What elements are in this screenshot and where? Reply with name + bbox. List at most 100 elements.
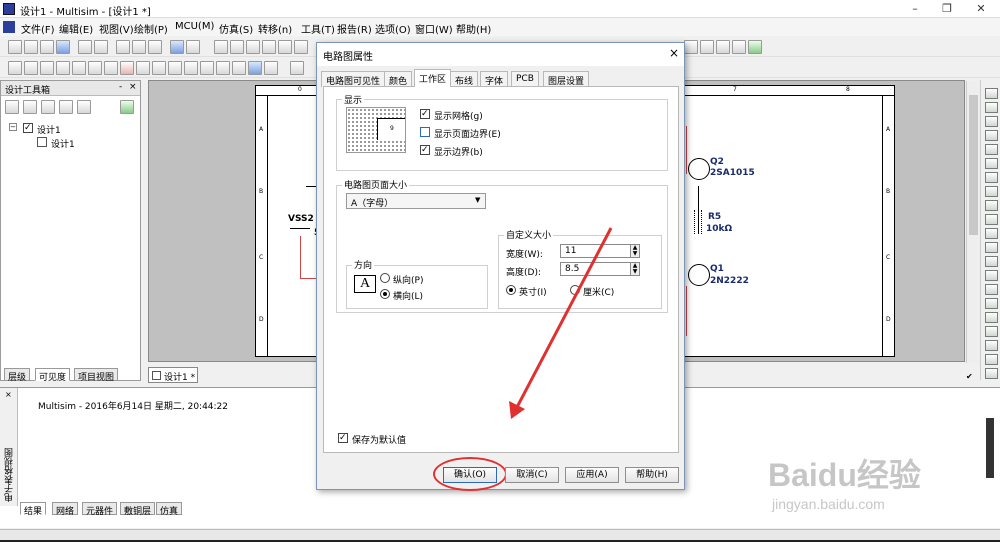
database-icon[interactable] <box>278 40 292 54</box>
cut-icon[interactable] <box>116 40 130 54</box>
height-spinner[interactable]: ▲ ▼ <box>630 262 640 276</box>
maximize-button[interactable]: ❐ <box>932 1 962 17</box>
redo-icon[interactable] <box>186 40 200 54</box>
resistor-r5[interactable] <box>694 210 702 234</box>
portrait-label[interactable]: 纵向(P) <box>393 273 423 286</box>
cmos-icon[interactable] <box>104 61 118 75</box>
bode-plotter-icon[interactable] <box>985 158 998 169</box>
logic-analyzer-icon[interactable] <box>985 214 998 225</box>
logic-converter-icon[interactable] <box>985 200 998 211</box>
new-file-icon[interactable] <box>8 40 22 54</box>
menu-reports[interactable]: 报告(R) <box>334 20 375 37</box>
paste-icon[interactable] <box>148 40 162 54</box>
spectrum-analyzer-icon[interactable] <box>985 256 998 267</box>
print-preview-icon[interactable] <box>94 40 108 54</box>
close-window-button[interactable]: ✕ <box>966 1 996 17</box>
scroll-thumb[interactable] <box>969 95 978 235</box>
frequency-counter-icon[interactable] <box>985 172 998 183</box>
tab-project-view[interactable]: 项目视图 <box>74 368 119 383</box>
wattmeter-icon[interactable] <box>985 116 998 127</box>
function-generator-icon[interactable] <box>985 102 998 113</box>
diode-icon[interactable] <box>40 61 54 75</box>
electromech-icon[interactable] <box>232 61 246 75</box>
show-grid-label[interactable]: 显示网格(g) <box>434 109 483 122</box>
labview-instrument-icon[interactable] <box>985 340 998 351</box>
agilent-scope-icon[interactable] <box>985 312 998 323</box>
rf-icon[interactable] <box>216 61 230 75</box>
agilent-multimeter-icon[interactable] <box>985 298 998 309</box>
tree-child-label[interactable]: 设计1 <box>51 137 75 150</box>
menu-file[interactable]: 文件(F) <box>18 20 58 37</box>
toolbox-close-icon[interactable]: × <box>129 82 137 92</box>
tab-nets[interactable]: 网络 <box>52 502 79 517</box>
copy-icon[interactable] <box>132 40 146 54</box>
distortion-analyzer-icon[interactable] <box>985 242 998 253</box>
menu-transfer[interactable]: 转移(n) <box>255 20 295 37</box>
agilent-generator-icon[interactable] <box>985 284 998 295</box>
zoom-in-icon[interactable] <box>684 40 698 54</box>
zoom-area-icon[interactable] <box>716 40 730 54</box>
spreadsheet-icon[interactable] <box>246 40 260 54</box>
show-page-bounds-label[interactable]: 显示页面边界(E) <box>434 127 501 140</box>
fullscreen-icon[interactable] <box>214 40 228 54</box>
component-wizard-icon[interactable] <box>294 40 308 54</box>
landscape-label[interactable]: 横向(L) <box>393 289 423 302</box>
tree-root-label[interactable]: 设计1 <box>37 123 61 136</box>
tab-simulation[interactable]: 仿真 <box>156 502 183 517</box>
indicator-icon[interactable] <box>152 61 166 75</box>
save-default-checkbox[interactable] <box>338 433 348 443</box>
menu-mcu[interactable]: MCU(M) <box>172 20 217 33</box>
network-analyzer-icon[interactable] <box>985 270 998 281</box>
toolbox-rename-icon[interactable] <box>77 100 91 114</box>
tab-copper-layers[interactable]: 敷铜层 <box>120 502 156 517</box>
tab-workspace[interactable]: 工作区 <box>414 69 452 87</box>
menu-help[interactable]: 帮助(H) <box>453 20 494 37</box>
iv-analyzer-icon[interactable] <box>985 228 998 239</box>
width-spinner[interactable]: ▲ ▼ <box>630 244 640 258</box>
open-sample-icon[interactable] <box>40 40 54 54</box>
tab-wiring[interactable]: 布线 <box>450 71 479 87</box>
help-button[interactable]: 帮助(H) <box>625 467 679 483</box>
misc-icon[interactable] <box>184 61 198 75</box>
zoom-out-icon[interactable] <box>700 40 714 54</box>
multimeter-icon[interactable] <box>985 88 998 99</box>
dialog-close-icon[interactable]: × <box>669 46 679 60</box>
grid-view-icon[interactable] <box>230 40 244 54</box>
ni-icon[interactable] <box>248 61 262 75</box>
hierarchical-icon[interactable] <box>290 61 304 75</box>
word-generator-icon[interactable] <box>985 186 998 197</box>
source-icon[interactable] <box>8 61 22 75</box>
ni-elvis-icon[interactable] <box>985 354 998 365</box>
tab-sheet-visibility[interactable]: 电路图可见性 <box>321 71 386 87</box>
minimize-button[interactable]: – <box>900 1 930 17</box>
tab-pcb[interactable]: PCB <box>511 71 539 87</box>
menu-edit[interactable]: 编辑(E) <box>56 20 96 37</box>
misc-digital-icon[interactable] <box>120 61 134 75</box>
toolbox-save-icon[interactable] <box>41 100 55 114</box>
ttl-icon[interactable] <box>88 61 102 75</box>
basic-icon[interactable] <box>24 61 38 75</box>
cancel-button[interactable]: 取消(C) <box>505 467 559 483</box>
toolbox-settings-icon[interactable] <box>120 100 134 114</box>
zoom-fit-icon[interactable] <box>732 40 746 54</box>
tab-visibility[interactable]: 可见度 <box>35 368 71 383</box>
tab-font[interactable]: 字体 <box>480 71 509 87</box>
mcu-icon[interactable] <box>264 61 278 75</box>
analog-icon[interactable] <box>72 61 86 75</box>
show-page-bounds-checkbox[interactable] <box>420 127 430 137</box>
peripherals-icon[interactable] <box>200 61 214 75</box>
show-border-label[interactable]: 显示边界(b) <box>434 145 483 158</box>
toolbox-new-icon[interactable] <box>5 100 19 114</box>
print-icon[interactable] <box>78 40 92 54</box>
apply-button[interactable]: 应用(A) <box>565 467 619 483</box>
undo-icon[interactable] <box>170 40 184 54</box>
tektronix-scope-icon[interactable] <box>985 326 998 337</box>
menu-options[interactable]: 选项(O) <box>372 20 414 37</box>
fullscreen-view-icon[interactable] <box>748 40 762 54</box>
tab-results[interactable]: 结果 <box>20 502 47 517</box>
tab-layer-settings[interactable]: 图层设置 <box>543 71 590 87</box>
menu-place[interactable]: 绘制(P) <box>131 20 171 37</box>
doc-tab[interactable]: 设计1 * <box>148 367 198 383</box>
power-icon[interactable] <box>168 61 182 75</box>
grapher-icon[interactable] <box>262 40 276 54</box>
